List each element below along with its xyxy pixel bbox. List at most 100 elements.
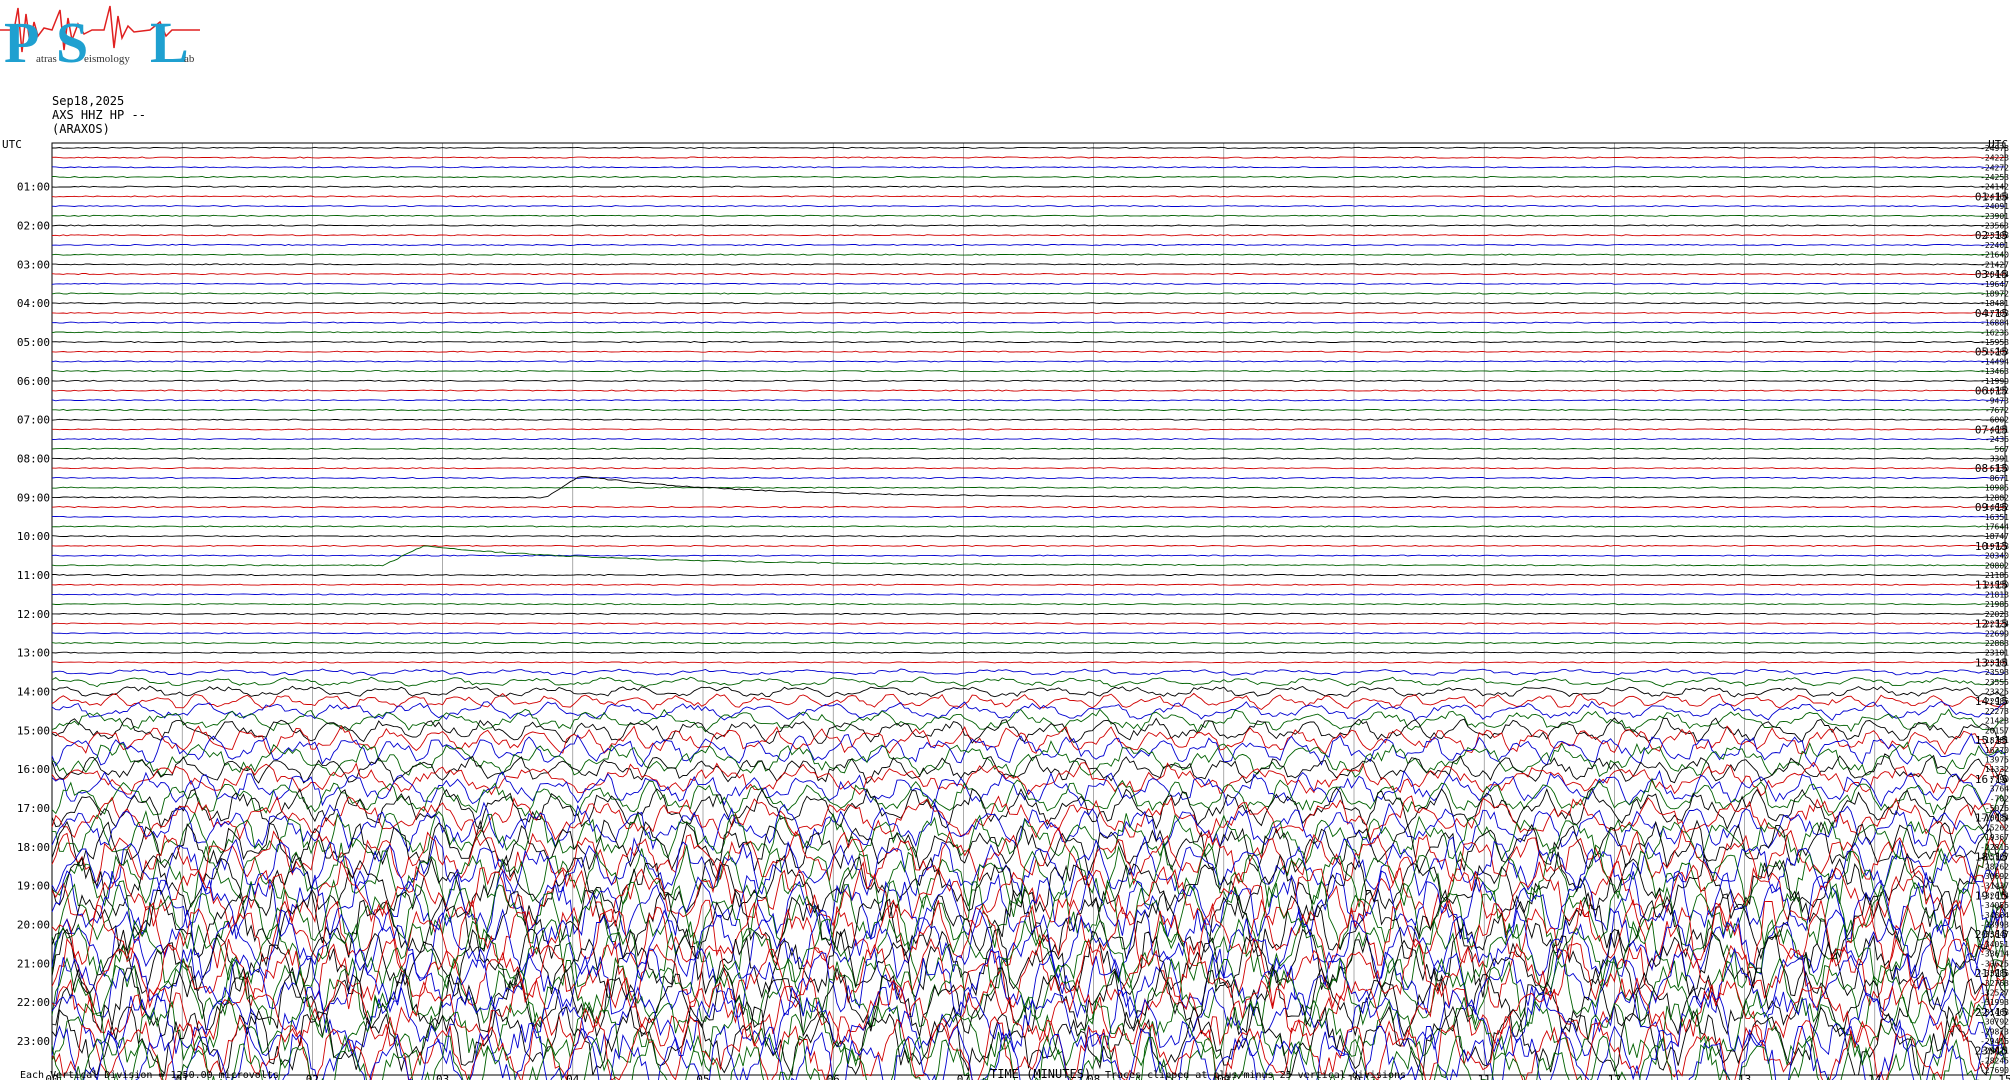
offset-value-label: -17708: [1980, 309, 2009, 318]
offset-value-label: -32537: [1980, 988, 2009, 997]
left-hour-tick: 22:00: [17, 996, 50, 1009]
trace-line: [51, 685, 2006, 698]
offset-value-label: -10684: [1980, 814, 2009, 823]
trace-line: [51, 593, 2006, 596]
trace-line: [51, 311, 2006, 314]
offset-value-label: 18747: [1985, 532, 2009, 541]
offset-value-label: 16270: [1985, 746, 2009, 755]
left-hour-tick: 09:00: [17, 491, 50, 504]
label-layer: UTC UTC01:0002:0003:0004:0005:0006:0007:0…: [2, 138, 2010, 1080]
offset-value-label: 20802: [1985, 561, 2009, 570]
trace-line: [51, 476, 2006, 479]
offset-value-label: -9473: [1985, 396, 2009, 405]
trace-line: [51, 341, 2006, 344]
clip-note: Traces clipped at plus/minus 25 vertical…: [1105, 1070, 1407, 1081]
offset-value-label: -22401: [1980, 241, 2009, 250]
offset-value-label: 14652: [1985, 503, 2009, 512]
left-hour-tick: 07:00: [17, 414, 50, 427]
trace-line: [51, 253, 2006, 256]
offset-value-label: -29021: [1980, 1047, 2009, 1056]
trace-line: [51, 243, 2006, 246]
offset-value-label: 22883: [1985, 639, 2009, 648]
helicorder-plot: UTC UTC01:0002:0003:0004:0005:0006:0007:0…: [2, 138, 2010, 1080]
trace-line: [51, 399, 2006, 402]
offset-value-label: -14494: [1980, 357, 2009, 366]
offset-value-label: 23555: [1985, 678, 2009, 687]
offset-value-label: -33625: [1980, 959, 2009, 968]
offset-value-label: -23901: [1980, 212, 2009, 221]
offset-value-label: -33993: [1980, 921, 2009, 930]
trace-line: [51, 708, 2006, 734]
offset-value-label: 10985: [1985, 484, 2009, 493]
left-hour-tick: 04:00: [17, 297, 50, 310]
offset-value-label: -6002: [1985, 416, 2009, 425]
offset-value-label: -33614: [1980, 950, 2009, 959]
trace-line: [51, 379, 2006, 382]
trace-line: [51, 583, 2006, 586]
x-tick-label: 05: [696, 1073, 709, 1080]
trace-line: [51, 717, 2006, 745]
trace-line: [51, 447, 2006, 450]
offset-value-label: -15263: [1980, 348, 2009, 357]
offset-value-label: -27690: [1980, 1066, 2009, 1075]
offset-value-label: -18972: [1980, 289, 2009, 298]
left-hour-tick: 15:00: [17, 724, 50, 737]
trace-line: [51, 515, 2006, 518]
offset-value-label: 21985: [1985, 600, 2009, 609]
trace-line: [51, 389, 2006, 392]
x-tick-label: 04: [566, 1073, 580, 1080]
trace-line: [52, 408, 2006, 411]
trace-line: [51, 292, 2006, 295]
trace-line: [51, 525, 2006, 528]
trace-line: [51, 185, 2006, 188]
trace-layer: [51, 146, 2006, 1080]
left-hour-tick: 13:00: [17, 647, 50, 660]
offset-value-label: -24091: [1980, 202, 2009, 211]
trace-line: [51, 632, 2006, 635]
trace-line: [51, 214, 2006, 217]
offset-value-label: -5026: [1985, 804, 2009, 813]
offset-value-label: -31437: [1980, 882, 2009, 891]
offset-value-label: -33286: [1980, 969, 2009, 978]
offset-value-label: 19728: [1985, 542, 2009, 551]
offset-value-label: 23101: [1985, 649, 2009, 658]
trace-line: [51, 234, 2006, 237]
trace-line: [51, 350, 2006, 353]
offset-value-label: -31468: [1980, 1008, 2009, 1017]
x-tick-label: 03: [436, 1073, 449, 1080]
offset-value-label: -31993: [1980, 998, 2009, 1007]
offset-value-label: 21428: [1985, 717, 2009, 726]
offset-value-label: 23301: [1985, 658, 2009, 667]
offset-value-label: 16351: [1985, 513, 2009, 522]
plot-frame: [51, 142, 2006, 1076]
offset-value-label: -23308: [1980, 231, 2009, 240]
offset-value-label: -30792: [1980, 1018, 2009, 1027]
left-hour-tick: 01:00: [17, 181, 50, 194]
offset-value-label: -2436: [1985, 435, 2009, 444]
offset-value-label: -32763: [1980, 979, 2009, 988]
offset-value-label: 13975: [1985, 755, 2009, 764]
trace-line: [51, 166, 2005, 169]
offset-value-label: 17644: [1985, 522, 2009, 531]
offset-value-label: -24978: [1980, 144, 2009, 153]
trace-line: [51, 321, 2006, 324]
offset-value-label: -13463: [1980, 367, 2009, 376]
offset-value-label: 11332: [1985, 765, 2009, 774]
offset-value-label: -23563: [1980, 222, 2009, 231]
trace-line: [52, 574, 2006, 577]
trace-line: [51, 467, 2006, 470]
offset-value-label: -22816: [1980, 843, 2009, 852]
trace-line: [51, 753, 2006, 785]
left-hour-tick: 19:00: [17, 880, 50, 893]
left-hour-tick: 03:00: [17, 258, 50, 271]
offset-value-label: -29873: [1980, 1027, 2009, 1036]
trace-line: [52, 428, 2006, 431]
trace-line: [51, 777, 2006, 817]
x-tick-label: 07: [957, 1073, 970, 1080]
trace-line: [51, 224, 2006, 227]
offset-value-label: -11999: [1980, 377, 2009, 386]
trace-line: [51, 769, 2006, 808]
offset-value-label: -29416: [1980, 1037, 2009, 1046]
trace-line: [51, 418, 2005, 421]
offset-value-label: 3764: [1990, 785, 2009, 794]
